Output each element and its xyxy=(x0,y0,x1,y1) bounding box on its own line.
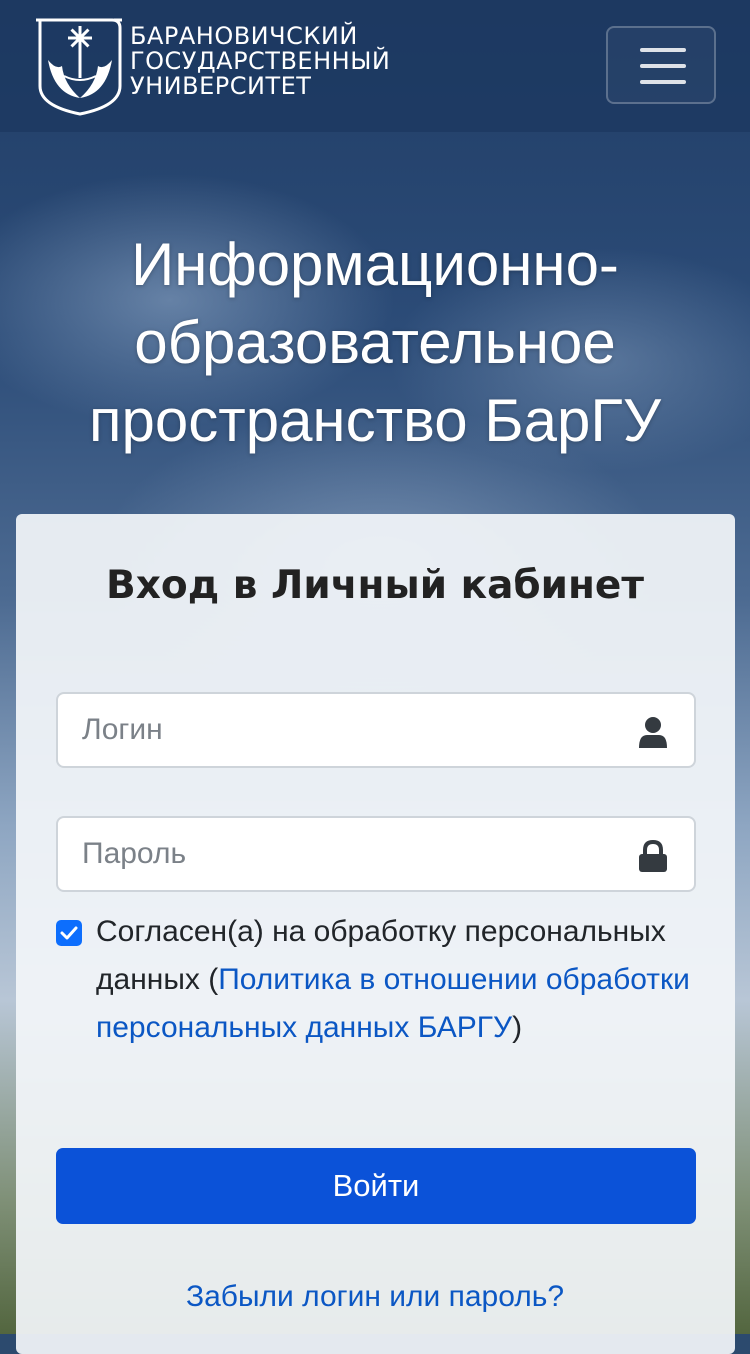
password-field[interactable] xyxy=(56,816,696,892)
user-icon xyxy=(639,717,667,748)
hamburger-icon xyxy=(640,80,686,84)
login-input[interactable] xyxy=(82,694,622,766)
login-title: Вход в Личный кабинет xyxy=(106,563,644,608)
brand-line: ГОСУДАРСТВЕННЫЙ xyxy=(130,47,391,75)
brand-line: УНИВЕРСИТЕТ xyxy=(130,72,312,100)
login-field[interactable] xyxy=(56,692,696,768)
hamburger-icon xyxy=(640,48,686,52)
consent-checkbox[interactable] xyxy=(56,920,82,946)
menu-toggle-button[interactable] xyxy=(606,26,716,104)
hamburger-icon xyxy=(640,64,686,68)
headline-line: образовательное xyxy=(134,309,616,376)
university-logo[interactable] xyxy=(34,14,124,116)
consent-close: ) xyxy=(512,1011,523,1044)
headline-line: Информационно- xyxy=(131,231,619,298)
forgot-credentials-link[interactable]: Забыли логин или пароль? xyxy=(0,1274,750,1320)
checkmark-icon xyxy=(60,926,78,940)
login-submit-button[interactable]: Войти xyxy=(56,1148,696,1224)
password-input[interactable] xyxy=(82,818,622,890)
navbar: БАРАНОВИЧСКИЙ ГОСУДАРСТВЕННЫЙ УНИВЕРСИТЕ… xyxy=(0,0,750,132)
lock-icon xyxy=(639,840,667,872)
brand-line: БАРАНОВИЧСКИЙ xyxy=(130,22,358,50)
page-headline: Информационно- образовательное пространс… xyxy=(0,226,750,460)
university-name[interactable]: БАРАНОВИЧСКИЙ ГОСУДАРСТВЕННЫЙ УНИВЕРСИТЕ… xyxy=(130,24,390,99)
headline-line: пространство БарГУ xyxy=(88,387,662,454)
consent-label[interactable]: Согласен(а) на обработку персональных да… xyxy=(96,908,696,1052)
